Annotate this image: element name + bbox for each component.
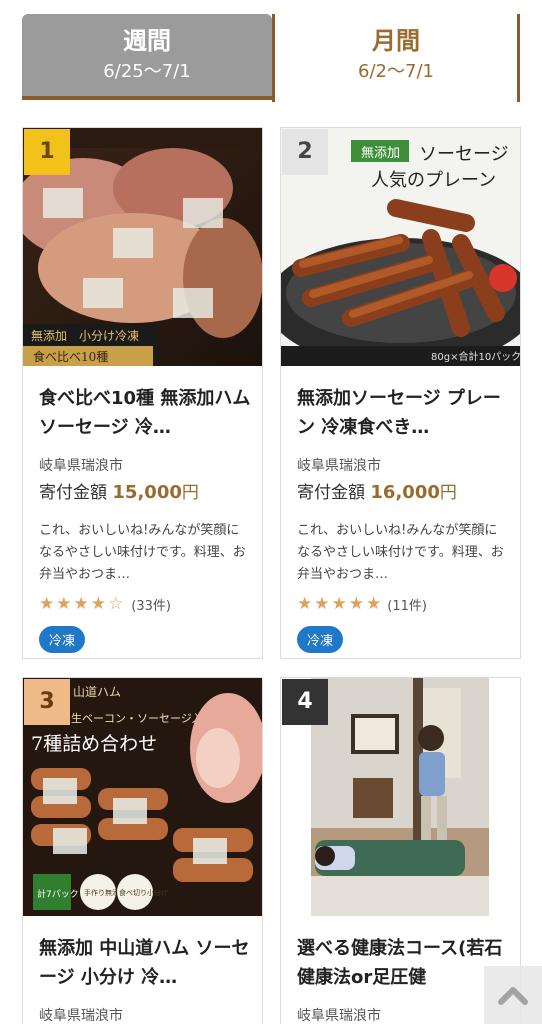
price-unit: 円 (439, 483, 457, 503)
star-icon: ★ (73, 594, 89, 614)
tab-weekly[interactable]: 週間 6/25〜7/1 (22, 14, 272, 100)
product-name[interactable]: 無添加 中山道ハム ソーセージ 小分け 冷… (39, 934, 251, 992)
ranking-period-tabs: 週間 6/25〜7/1 月間 6/2〜7/1 (22, 14, 520, 102)
price-amount: 16,000 (370, 482, 440, 503)
price-unit: 円 (181, 483, 199, 503)
rating: ★ ★ ★ ★ ☆ (33件) (39, 594, 251, 614)
photo-badge: 無添加 (361, 146, 400, 161)
photo-caption-top: 山道ハム (73, 685, 121, 699)
rating: ★ ★ ★ ★ ★ (11件) (297, 594, 509, 614)
product-description: これ、おいしいね!みんなが笑顔になるやさしい味付けです。料理、お弁当やおつま… (39, 523, 246, 582)
tab-weekly-period: 6/25〜7/1 (103, 61, 191, 82)
product-card-1[interactable]: 1 無添加 小分け冷凍 食べ比べ10種 食べ比べ10種 無添加ハム ソーセージ … (22, 127, 263, 659)
product-location: 岐阜県瑞浪市 (39, 1008, 123, 1024)
rank-badge: 4 (282, 679, 328, 725)
tab-monthly-period: 6/2〜7/1 (358, 61, 434, 82)
photo-note: 80g×合計10パック (431, 350, 520, 363)
photo-caption-2: 食べ比べ10種 (33, 349, 108, 364)
product-name[interactable]: 食べ比べ10種 無添加ハム ソーセージ 冷… (39, 384, 251, 442)
frozen-tag: 冷凍 (39, 626, 86, 653)
review-count: (33件) (131, 598, 171, 614)
photo-title: ソーセージ (419, 144, 509, 165)
photo-badge-3: 食べ切り小分け (119, 888, 168, 897)
product-card-2[interactable]: 2 無添加 ソーセージ 人気のプレーン 80g×合計10パック 無添加ソーセージ… (280, 127, 521, 659)
star-icon: ★ (297, 594, 313, 614)
price-label: 寄付金額 (297, 483, 365, 503)
product-description: これ、おいしいね!みんなが笑顔になるやさしい味付けです。料理、お弁当やおつま… (297, 523, 504, 582)
product-card-3[interactable]: 3 山道ハム 生ベーコン・ソーセージ入り 7種詰め合わせ 計7パック 手作り無添… (22, 677, 263, 1024)
frozen-tag: 冷凍 (297, 626, 344, 653)
tab-weekly-title: 週間 (123, 27, 171, 55)
star-icon: ★ (56, 594, 72, 614)
chevron-up-icon (498, 987, 528, 1005)
product-location: 岐阜県瑞浪市 (297, 1008, 381, 1024)
star-icon: ★ (39, 594, 55, 614)
star-icon: ★ (331, 594, 347, 614)
rank-badge: 1 (24, 129, 70, 175)
product-price: 寄付金額 15,000円 (39, 480, 251, 506)
star-icon: ★ (348, 594, 364, 614)
product-name[interactable]: 選べる健康法コース(若石健康法or足圧健 (297, 934, 509, 992)
review-count: (11件) (387, 598, 427, 614)
product-price: 寄付金額 16,000円 (297, 480, 509, 506)
product-location: 岐阜県瑞浪市 (39, 458, 123, 474)
price-amount: 15,000 (112, 482, 182, 503)
photo-badge-1: 計7パック (37, 888, 79, 900)
photo-subtitle: 人気のプレーン (371, 170, 496, 191)
product-location: 岐阜県瑞浪市 (297, 458, 381, 474)
star-icon: ★ (314, 594, 330, 614)
photo-caption-1: 無添加 小分け冷凍 (31, 328, 139, 343)
product-name[interactable]: 無添加ソーセージ プレーン 冷凍食べき… (297, 384, 509, 442)
price-label: 寄付金額 (39, 483, 107, 503)
back-to-top-button[interactable] (484, 966, 542, 1024)
photo-caption-main: 7種詰め合わせ (31, 733, 157, 755)
tab-monthly-title: 月間 (372, 27, 420, 55)
tab-monthly[interactable]: 月間 6/2〜7/1 (272, 14, 520, 102)
half-star-icon: ☆ (108, 594, 124, 614)
rank-badge: 2 (282, 129, 328, 175)
photo-caption-sub: 生ベーコン・ソーセージ入り (71, 711, 214, 725)
rank-badge: 3 (24, 679, 70, 725)
star-icon: ★ (366, 594, 382, 614)
star-icon: ★ (90, 594, 106, 614)
